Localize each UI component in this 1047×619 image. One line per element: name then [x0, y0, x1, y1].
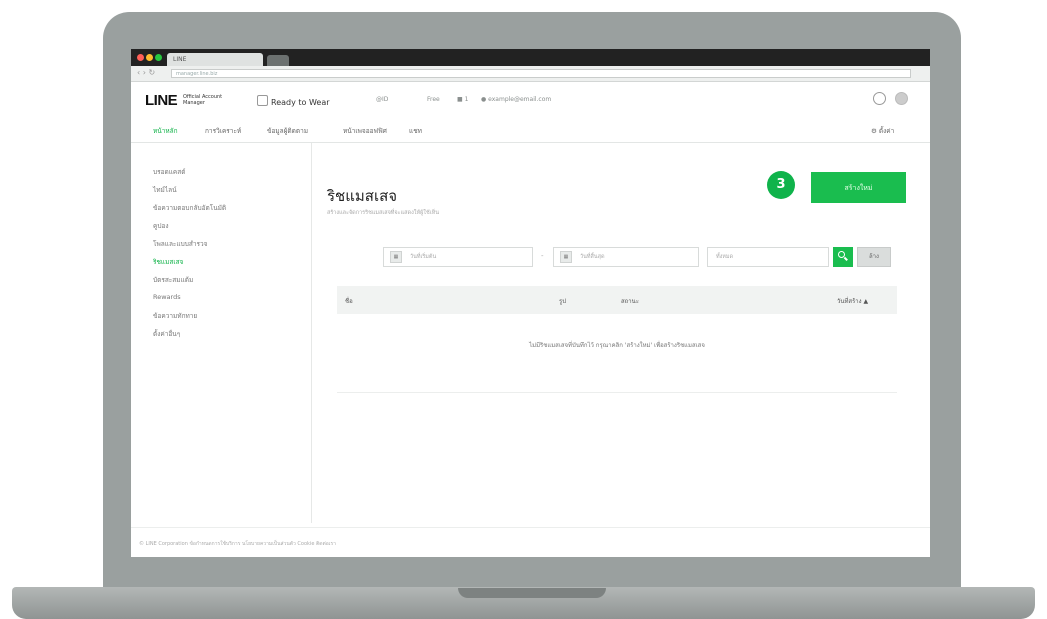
- step-badge: 3: [767, 171, 795, 199]
- clear-button[interactable]: ล้าง: [857, 247, 891, 267]
- start-date-field[interactable]: ▦ วันที่เริ่มต้น: [383, 247, 533, 267]
- logo-subtitle-line: Manager: [183, 100, 205, 106]
- plan-badge: Free: [427, 96, 440, 103]
- sidebar-item-surveys[interactable]: โพลและแบบสำรวจ: [153, 239, 207, 249]
- start-date-placeholder: วันที่เริ่มต้น: [410, 254, 437, 260]
- page-title: ริชแมสเสจ: [327, 187, 398, 205]
- nav-profile[interactable]: หน้าเพจออฟฟิศ: [343, 126, 387, 136]
- member-count-value: 1: [464, 96, 469, 103]
- column-name[interactable]: ชื่อ: [345, 296, 353, 306]
- user-icon: ■: [457, 96, 463, 103]
- nav-settings-label: ตั้งค่า: [878, 127, 895, 135]
- profile-avatar[interactable]: [895, 92, 908, 105]
- sidebar-item-rich-message[interactable]: ริชแมสเสจ: [153, 257, 183, 267]
- new-tab-button[interactable]: [267, 55, 289, 66]
- end-date-field[interactable]: ▦ วันที่สิ้นสุด: [553, 247, 699, 267]
- footer-links[interactable]: © LINE Corporation ข้อกำหนดการใช้บริการ …: [139, 540, 336, 548]
- account-email-value: example@email.com: [488, 96, 552, 103]
- sidebar-item-timeline[interactable]: ไทม์ไลน์: [153, 185, 177, 195]
- sidebar-item-reward-card[interactable]: บัตรสะสมแต้ม: [153, 275, 193, 285]
- nav-analytics[interactable]: การวิเคราะห์: [205, 126, 241, 136]
- gear-icon: ⚙: [871, 127, 877, 135]
- page-description: สร้างและจัดการริชแมสเสจที่จะแสดงให้ผู้ใช…: [327, 210, 439, 216]
- account-square-icon: [257, 95, 268, 106]
- nav-home[interactable]: หน้าหลัก: [153, 126, 178, 136]
- calendar-icon: ▦: [390, 251, 402, 263]
- footer: © LINE Corporation ข้อกำหนดการใช้บริการ …: [131, 527, 930, 557]
- sidebar-item-rewards[interactable]: Rewards: [153, 293, 181, 301]
- help-icon[interactable]: [873, 92, 886, 105]
- line-logo: LINE: [145, 92, 178, 109]
- laptop-notch: [458, 588, 606, 598]
- column-status[interactable]: สถานะ: [621, 296, 639, 306]
- url-input[interactable]: manager.line.biz: [171, 69, 911, 78]
- main-nav: หน้าหลัก การวิเคราะห์ ข้อมูลผู้ติดตาม หน…: [131, 120, 930, 143]
- search-icon-handle: [844, 256, 848, 261]
- sidebar-item-broadcast[interactable]: บรอดแคสต์: [153, 167, 185, 177]
- end-date-placeholder: วันที่สิ้นสุด: [580, 254, 605, 260]
- sidebar-item-auto-reply[interactable]: ข้อความตอบกลับอัตโนมัติ: [153, 203, 226, 213]
- app-header: LINE Official Account Manager Ready to W…: [131, 82, 930, 120]
- account-switcher[interactable]: Ready to Wear: [257, 95, 330, 107]
- close-window-icon[interactable]: [137, 54, 144, 61]
- account-name: Ready to Wear: [271, 98, 330, 107]
- member-count: ■ 1: [457, 96, 468, 103]
- search-button[interactable]: [833, 247, 853, 267]
- browser-tab[interactable]: LINE: [167, 53, 263, 66]
- table-divider: [337, 392, 897, 393]
- nav-chat[interactable]: แชท: [409, 126, 422, 136]
- account-id: @ID: [376, 96, 389, 103]
- address-bar: ‹ › ↻ manager.line.biz: [131, 66, 930, 82]
- browser-tab-bar: LINE: [131, 49, 930, 66]
- empty-state-message: ไม่มีริชแมสเสจที่บันทึกไว้ กรุณาคลิก 'สร…: [529, 342, 705, 349]
- calendar-icon: ▦: [560, 251, 572, 263]
- table-header: ชื่อ รูป สถานะ วันที่สร้าง ▲: [337, 286, 897, 314]
- sidebar-item-coupons[interactable]: คูปอง: [153, 221, 169, 231]
- status-value: ทั้งหมด: [716, 254, 734, 260]
- sidebar: บรอดแคสต์ ไทม์ไลน์ ข้อความตอบกลับอัตโนมั…: [131, 143, 312, 523]
- nav-arrows-icon[interactable]: ‹ › ↻: [137, 68, 155, 77]
- nav-settings[interactable]: ⚙ ตั้งค่า: [871, 126, 894, 136]
- account-email: ● example@email.com: [481, 96, 552, 103]
- logo-subtitle: Official Account Manager: [183, 94, 222, 106]
- column-created-date[interactable]: วันที่สร้าง ▲: [837, 296, 868, 306]
- minimize-window-icon[interactable]: [146, 54, 153, 61]
- status-select[interactable]: ทั้งหมด: [707, 247, 829, 267]
- date-range-separator: -: [541, 252, 544, 260]
- sidebar-item-greeting[interactable]: ข้อความทักทาย: [153, 311, 197, 321]
- sidebar-item-more-settings[interactable]: ตั้งค่าอื่นๆ: [153, 329, 180, 339]
- maximize-window-icon[interactable]: [155, 54, 162, 61]
- create-new-button[interactable]: สร้างใหม่: [811, 172, 906, 203]
- laptop-screen: LINE ‹ › ↻ manager.line.biz LINE Officia…: [131, 49, 930, 557]
- nav-followers[interactable]: ข้อมูลผู้ติดตาม: [267, 126, 308, 136]
- column-image[interactable]: รูป: [559, 296, 566, 306]
